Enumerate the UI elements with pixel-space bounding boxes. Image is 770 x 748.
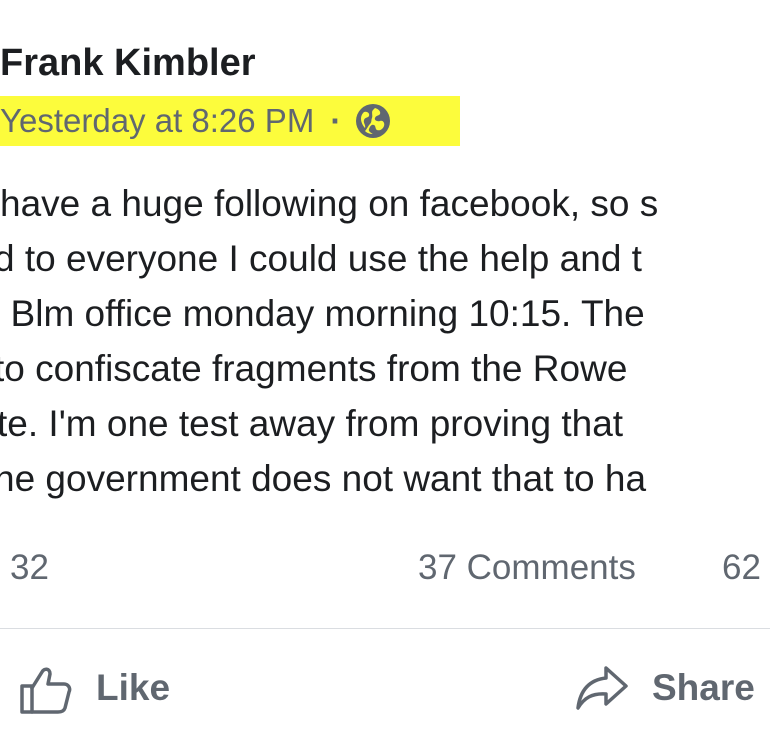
thumbs-up-icon — [20, 667, 72, 714]
share-arrow-icon — [576, 666, 628, 710]
like-label: Like — [96, 667, 171, 708]
shares-count[interactable]: 62 — [722, 548, 761, 588]
post-timestamp[interactable]: Yesterday at 8:26 PM — [0, 102, 314, 140]
post-body-line: d to everyone I could use the help and t — [0, 238, 642, 279]
post-actions: Like Share — [0, 660, 770, 720]
divider — [0, 628, 770, 629]
post-meta: Yesterday at 8:26 PM · — [0, 100, 391, 142]
globe-icon[interactable] — [355, 103, 391, 139]
like-button[interactable]: Like — [18, 660, 170, 716]
post-body-line: to confiscate fragments from the Rowe — [0, 348, 628, 389]
comments-count[interactable]: 37 Comments — [418, 548, 636, 588]
post-author-name[interactable]: Frank Kimbler — [0, 42, 256, 85]
post-body-line: . Blm office monday morning 10:15. The — [0, 293, 645, 334]
post-body-line: he government does not want that to ha — [0, 458, 647, 499]
post-body-line: te. I'm one test away from proving that — [0, 403, 624, 444]
post-body-line: have a huge following on facebook, so s — [0, 183, 659, 224]
post-stats: 32 37 Comments 62 — [0, 548, 770, 592]
facebook-post: Frank Kimbler Yesterday at 8:26 PM · hav… — [0, 0, 770, 748]
share-label: Share — [652, 667, 755, 708]
post-body: have a huge following on facebook, so s … — [0, 176, 658, 506]
reactions-count[interactable]: 32 — [10, 548, 49, 588]
meta-separator: · — [330, 102, 342, 139]
share-button[interactable]: Share — [574, 660, 755, 716]
